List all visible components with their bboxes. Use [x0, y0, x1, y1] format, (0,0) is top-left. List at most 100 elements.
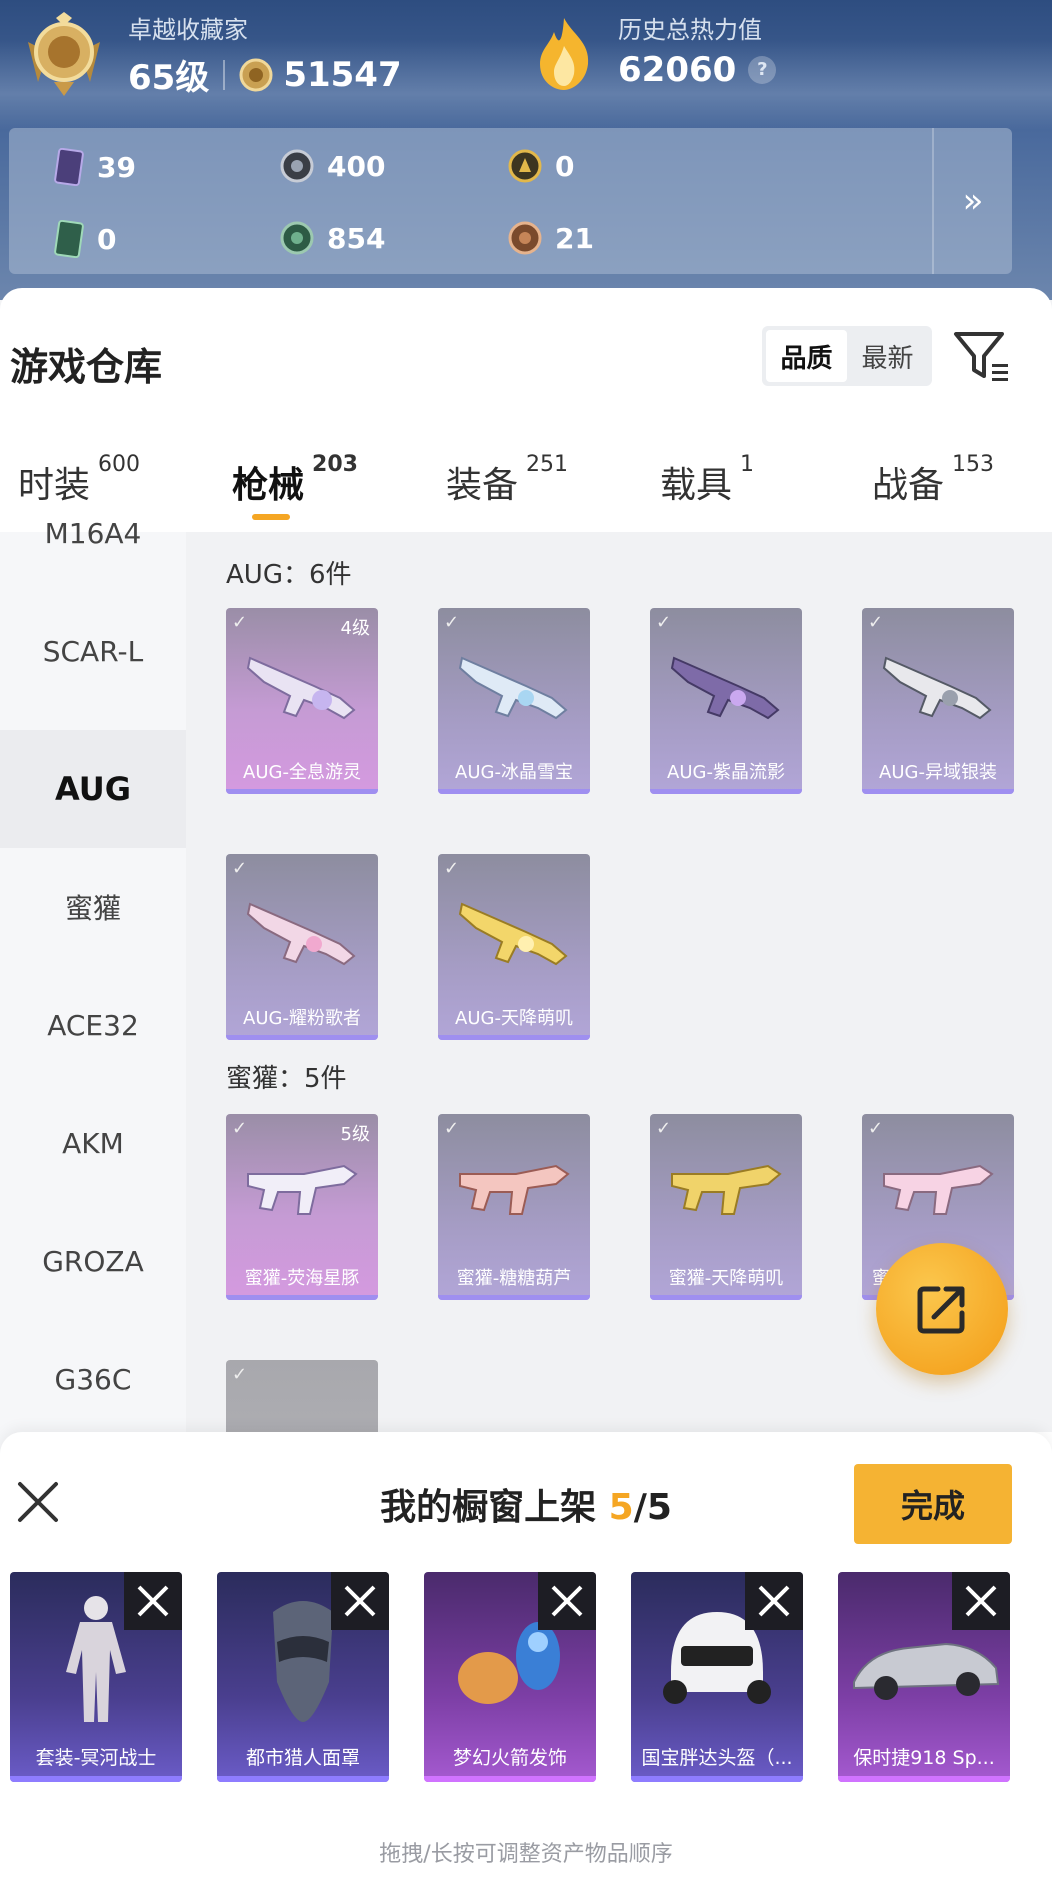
skin-card[interactable]: ✓ AUG-耀粉歌者 — [226, 854, 378, 1040]
check-icon: ✓ — [868, 1118, 884, 1139]
skin-card[interactable]: ✓ 蜜獾-天降萌叽 — [650, 1114, 802, 1300]
stat-coin-silver: 400 — [279, 148, 385, 184]
rarity-bar — [438, 789, 590, 794]
silver-coin-icon — [280, 149, 314, 183]
rarity-bar — [862, 789, 1014, 794]
remove-button[interactable] — [952, 1572, 1010, 1630]
remove-button[interactable] — [538, 1572, 596, 1630]
skin-card[interactable]: ✓ 4级 AUG-全息游灵 — [226, 608, 378, 794]
tab-count: 251 — [526, 452, 569, 477]
sidebar-item-groza[interactable]: GROZA — [0, 1202, 186, 1320]
sort-option-quality[interactable]: 品质 — [766, 330, 847, 382]
tab-count: 203 — [312, 452, 358, 477]
rarity-bar — [226, 1035, 378, 1040]
check-icon: ✓ — [444, 612, 460, 633]
heat-value: 62060 — [618, 50, 737, 90]
showcase-item-name: 保时捷918 Sp... — [853, 1747, 995, 1769]
showcase-item[interactable]: 套装-冥河战士 — [10, 1572, 182, 1782]
points-value: 51547 — [283, 54, 402, 95]
skin-card[interactable]: ✓ AUG-天降萌叽 — [438, 854, 590, 1040]
sidebar-item-m16a4[interactable]: M16A4 — [0, 474, 186, 592]
rifle-skin-icon — [246, 902, 356, 966]
rarity-bar — [226, 789, 378, 794]
skin-card[interactable]: ✓ 5级 蜜獾-荧海星豚 — [226, 1114, 378, 1300]
tab-label: 战备 — [872, 465, 945, 506]
stat-value: 0 — [97, 222, 117, 256]
stat-coin-bronze: 21 — [507, 220, 594, 256]
rifle-skin-icon — [670, 656, 780, 720]
showcase-item[interactable]: 保时捷918 Sp... — [838, 1572, 1010, 1782]
rarity-bar — [631, 1776, 803, 1782]
sidebar-item-ace32[interactable]: ACE32 — [0, 966, 186, 1084]
heat-line: 62060 ? — [618, 50, 777, 90]
skin-card[interactable]: ✓ — [226, 1360, 378, 1432]
showcase-item[interactable]: 国宝胖达头盔（... — [631, 1572, 803, 1782]
check-icon: ✓ — [444, 1118, 460, 1139]
skin-name: AUG-冰晶雪宝 — [455, 762, 573, 783]
flame-icon — [540, 18, 589, 90]
smg-skin-icon — [247, 1164, 358, 1215]
close-icon — [965, 1585, 997, 1617]
skin-level: 4级 — [340, 618, 370, 639]
check-icon: ✓ — [444, 858, 460, 879]
reorder-hint: 拖拽/长按可调整资产物品顺序 — [379, 1842, 673, 1867]
warehouse-title: 游戏仓库 — [10, 345, 163, 389]
close-icon — [344, 1585, 376, 1617]
close-icon — [137, 1585, 169, 1617]
skin-card[interactable]: ✓ AUG-异域银装 — [862, 608, 1014, 794]
rarity-bar — [424, 1776, 596, 1782]
sidebar-item-honey-badger[interactable]: 蜜獾 — [0, 848, 186, 966]
skin-name: 蜜獾-糖糖葫芦 — [456, 1268, 572, 1289]
rarity-bar — [838, 1776, 1010, 1782]
sort-option-latest[interactable]: 最新 — [847, 330, 928, 382]
stat-coin-gold: 0 — [507, 148, 574, 184]
showcase-item[interactable]: 梦幻火箭发饰 — [424, 1572, 596, 1782]
skin-name: AUG-天降萌叽 — [455, 1008, 573, 1029]
collector-medal-icon — [28, 12, 100, 96]
skin-card[interactable]: ✓ AUG-紫晶流影 — [650, 608, 802, 794]
group-title-aug: AUG：6件 — [226, 560, 352, 590]
sort-toggle: 品质 最新 — [762, 326, 932, 386]
skin-name: 蜜獾-荧海星豚 — [244, 1268, 360, 1289]
showcase-item[interactable]: 都市猎人面罩 — [217, 1572, 389, 1782]
rarity-bar — [438, 1295, 590, 1300]
remove-button[interactable] — [745, 1572, 803, 1630]
sidebar-item-scar-l[interactable]: SCAR-L — [0, 592, 186, 710]
rarity-bar — [10, 1776, 182, 1782]
showcase-item-name: 梦幻火箭发饰 — [452, 1747, 567, 1769]
close-icon — [758, 1585, 790, 1617]
stats-expand-button[interactable]: » — [932, 128, 1012, 274]
active-tab-indicator — [252, 514, 290, 520]
done-button[interactable]: 完成 — [854, 1464, 1012, 1544]
share-icon — [917, 1286, 965, 1334]
level-text: 65级 — [128, 58, 210, 98]
level-line: 65级 51547 — [128, 50, 402, 99]
rarity-bar — [226, 1295, 378, 1300]
rifle-skin-icon — [458, 902, 568, 966]
stat-value: 0 — [555, 149, 575, 183]
smg-skin-icon — [671, 1164, 782, 1215]
tab-firearms[interactable]: 枪械 203 — [232, 452, 358, 508]
sidebar-item-aug[interactable]: AUG — [0, 730, 186, 848]
tab-vehicles[interactable]: 载具 1 — [660, 452, 754, 508]
heat-title: 历史总热力值 — [618, 16, 762, 44]
skin-card[interactable]: ✓ 蜜獾-糖糖葫芦 — [438, 1114, 590, 1300]
collector-title: 卓越收藏家 — [128, 16, 248, 44]
tab-equipment[interactable]: 装备 251 — [446, 452, 568, 508]
tab-label: 载具 — [660, 465, 733, 506]
remove-button[interactable] — [331, 1572, 389, 1630]
remove-button[interactable] — [124, 1572, 182, 1630]
showcase-item-name: 套装-冥河战士 — [35, 1747, 157, 1769]
heat-help-icon[interactable]: ? — [748, 56, 777, 84]
sidebar-item-g36c[interactable]: G36C — [0, 1320, 186, 1438]
skin-card[interactable]: ✓ AUG-冰晶雪宝 — [438, 608, 590, 794]
rifle-skin-icon — [246, 656, 356, 720]
tab-supplies[interactable]: 战备 153 — [872, 452, 994, 508]
filter-icon[interactable] — [952, 326, 1012, 386]
showcase-count-total: /5 — [633, 1487, 672, 1528]
sidebar-item-akm[interactable]: AKM — [0, 1084, 186, 1202]
smg-skin-icon — [459, 1164, 570, 1215]
share-button[interactable] — [876, 1243, 1008, 1375]
skin-name: AUG-全息游灵 — [243, 762, 361, 783]
currency-stats-panel: 39 400 0 0 854 21 » — [9, 128, 1012, 274]
